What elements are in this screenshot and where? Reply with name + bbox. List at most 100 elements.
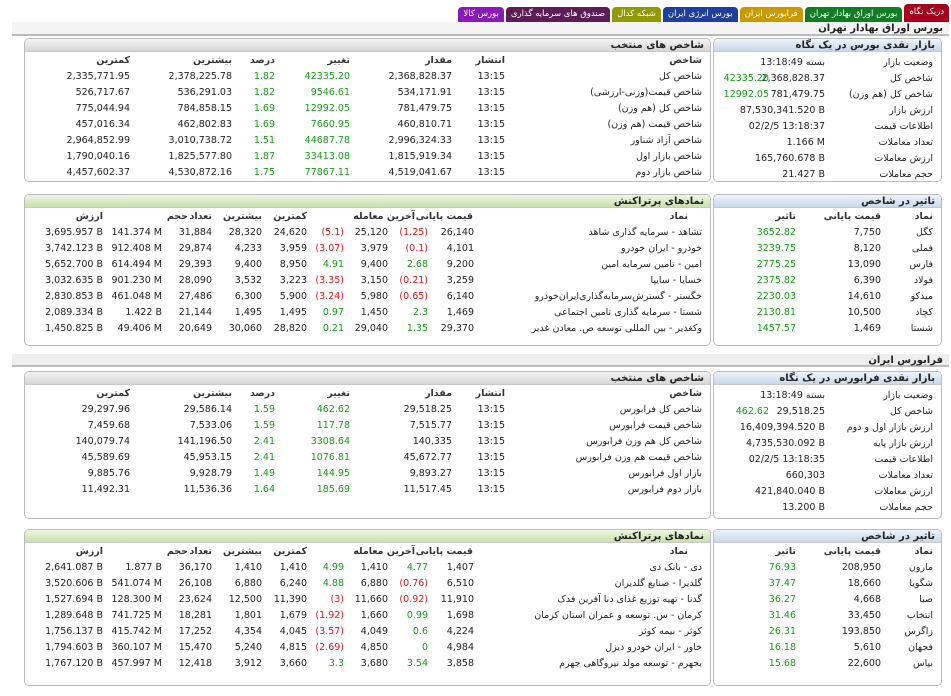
tehran-indices-row[interactable]: شاخص قیمت (هم وزن) 13:15 460,810.71 7660.95… — [25, 117, 710, 133]
overview-label: تعداد معاملات — [878, 470, 933, 481]
tehran-popular-row[interactable]: امین - تامین سرمایه امین 9,200 2.68 9,400 4.… — [25, 257, 710, 273]
popular-count: 29,393 — [178, 259, 212, 270]
indices-cell: 1,825,577.80 — [168, 151, 232, 162]
impact-cell: صبا — [919, 594, 933, 605]
ifb-impact-row[interactable]: صبا 4,668 36.27 — [714, 592, 941, 608]
ifb-impact-row[interactable]: زاگرس 193,850 26.31 — [714, 624, 941, 640]
popular-close-change: 2.68 — [406, 259, 428, 270]
tehran-indices-row[interactable]: شاخص آزاد شناور 13:15 2,996,324.33 44687.78… — [25, 133, 710, 149]
ifb-indices-row[interactable]: شاخص قیمت فرابورس 13:15 7,515.77 117.78 1.59… — [25, 418, 710, 434]
popular-last-change: 0.21 — [322, 323, 344, 334]
tehran-impact-row[interactable]: کگل 7,750 3652.82 — [714, 225, 941, 241]
popular-close-change: (1.25) — [399, 227, 428, 238]
tehran-popular-row[interactable]: تشاهد - سرمایه گذاری شاهد 26,140 (1.25) 25,… — [25, 225, 710, 241]
ifb-popular-row[interactable]: خاور - ایران خودرو دیزل 4,984 0 4,850 (2.69)… — [25, 640, 710, 656]
tab-6[interactable]: بورس کالا — [458, 7, 504, 22]
tehran-impact-row[interactable]: فارس 13,090 2775.25 — [714, 257, 941, 273]
popular-min: 1,679 — [279, 610, 307, 621]
ifb-indices-row[interactable]: بازار دوم فرابورس 13:15 11,517.45 185.69 1.6… — [25, 482, 710, 498]
tab-2[interactable]: فرابورس ایران — [739, 7, 803, 22]
ifb-impact-row[interactable]: بپاس 22,600 15.68 — [714, 656, 941, 672]
tehran-indices-row[interactable]: شاخص کل 13:15 2,368,828.37 42335.20 1.82 2,37… — [25, 69, 710, 85]
impact-cell: شستا — [910, 323, 933, 334]
tehran-impact-row[interactable]: فملی 8,120 3239.75 — [714, 241, 941, 257]
ifb-popular-row[interactable]: دی - بانک دی 1,407 4.77 1,410 4.99 1,410 1,410… — [25, 560, 710, 576]
tehran-impact-row[interactable]: میدکو 14,610 2230.03 — [714, 289, 941, 305]
tehran-popular-title: نمادهای پرتراکنش — [25, 195, 710, 208]
tehran-popular-row[interactable]: خودرو - ایران خودرو 4,101 (0.1) 3,979 (3.07)… — [25, 241, 710, 257]
indices-cell: 185.69 — [316, 484, 350, 495]
indices-cell: شاخص آزاد شناور — [630, 135, 702, 146]
tehran-impact-row[interactable]: کچاد 10,500 2130.81 — [714, 305, 941, 321]
ifb-indices-row[interactable]: شاخص قیمت هم وزن فرابورس 13:15 45,672.77 10… — [25, 450, 710, 466]
popular-max: 3,912 — [234, 658, 262, 669]
popular-header-cell: آخرین معامله — [353, 546, 415, 557]
indices-cell: 775,044.94 — [75, 103, 130, 114]
ifb-popular-panel: نمادهای پرتراکنش نماد قیمت پایانی آخرین مع… — [24, 529, 711, 686]
overview-value: 660,303 — [785, 470, 825, 481]
ifb-popular-row[interactable]: کرمان - س. توسعه و عمران استان کرمان 1,69… — [25, 608, 710, 624]
popular-symbol: امین - تامین سرمایه امین — [601, 259, 702, 270]
indices-header-cell: انتشار — [475, 55, 505, 66]
ifb-impact-row[interactable]: انتخاب 33,450 31.46 — [714, 608, 941, 624]
ifb-indices-row[interactable]: شاخص کل هم وزن فرابورس 13:15 140,335 3308.6… — [25, 434, 710, 450]
indices-cell: 7,459.68 — [87, 420, 130, 431]
tehran-popular-row[interactable]: خگستر - گسترش‌سرمایه‌گذاری‌ایران‌خودرو 6,… — [25, 289, 710, 305]
popular-count: 15,470 — [178, 642, 212, 653]
overview-label: حجم معاملات — [879, 169, 933, 180]
ifb-popular-row[interactable]: بجهرم - توسعه مولد نیروگاهی جهرم 3,858 3.5… — [25, 656, 710, 672]
popular-close-change: 2.3 — [412, 307, 428, 318]
ifb-popular-row[interactable]: گدنا - تهیه توزیع غذای دنا آفرین فدک 11,9… — [25, 592, 710, 608]
ifb-impact-row[interactable]: مارون 208,950 76.93 — [714, 560, 941, 576]
tehran-impact-row[interactable]: شستا 1,469 1457.57 — [714, 321, 941, 337]
ifb-indices-title: شاخص های منتخب — [25, 372, 710, 385]
tehran-overview-title: بازار نقدی بورس در یک نگاه — [714, 39, 941, 52]
indices-header-cell: شاخص — [669, 388, 702, 399]
impact-header-cell: قیمت پایانی — [823, 546, 881, 557]
tehran-indices-row[interactable]: شاخص کل (هم وزن) 13:15 781,479.75 12992.05 1… — [25, 101, 710, 117]
popular-header-cell: حجم — [166, 211, 188, 222]
tab-3[interactable]: بورس انرژی ایران — [662, 7, 738, 22]
tehran-indices-row[interactable]: شاخص بازار اول 13:15 1,815,919.34 33413.08 1… — [25, 149, 710, 165]
popular-header-cell: بیشترین — [222, 546, 262, 557]
ifb-popular-row[interactable]: کوثر - بیمه کوثر 4,224 0.6 4,049 (3.57) 4,045… — [25, 624, 710, 640]
ifb-popular-row[interactable]: گلدیرا - صنایع گلدیران 6,510 (0.76) 6,880 4.… — [25, 576, 710, 592]
tehran-indices-row[interactable]: شاخص قیمت(وزنی-ارزشی) 13:15 534,171.91 9546… — [25, 85, 710, 101]
popular-last: 3,150 — [360, 275, 388, 286]
popular-symbol: خاور - ایران خودرو دیزل — [605, 642, 702, 653]
tab-0[interactable]: دریک نگاه — [904, 4, 949, 22]
tab-4[interactable]: شبکه کدال — [612, 7, 661, 22]
indices-cell: 536,291.03 — [177, 87, 232, 98]
ifb-impact-row[interactable]: فجهان 5,610 16.18 — [714, 640, 941, 656]
indices-cell: 1.69 — [253, 103, 275, 114]
indices-cell: 29,518.25 — [403, 404, 452, 415]
indices-cell: 460,810.71 — [397, 119, 452, 130]
impact-cell: 37.47 — [768, 578, 796, 589]
popular-count: 23,624 — [178, 594, 212, 605]
popular-min: 11,390 — [273, 594, 307, 605]
impact-cell: 22,600 — [847, 658, 881, 669]
overview-label: شاخص کل — [889, 406, 933, 417]
indices-cell: 534,171.91 — [397, 87, 452, 98]
ifb-impact-row[interactable]: شگویا 18,660 37.47 — [714, 576, 941, 592]
tehran-impact-row[interactable]: فولاد 6,390 2375.82 — [714, 273, 941, 289]
popular-volume: 415.742 M — [111, 626, 162, 637]
tab-1[interactable]: بورس اوراق بهادار تهران — [804, 7, 903, 22]
indices-cell: شاخص کل فرابورس — [619, 404, 702, 415]
ifb-indices-row[interactable]: بازار اول فرابورس 13:15 9,893.27 144.95 1.49… — [25, 466, 710, 482]
ifb-section-bar: فرابورس ایران — [12, 354, 949, 367]
popular-symbol: بجهرم - توسعه مولد نیروگاهی جهرم — [559, 658, 702, 669]
overview-value: 1.166 M — [786, 137, 825, 148]
popular-last-change: 3.3 — [328, 658, 344, 669]
popular-last: 9,400 — [360, 259, 388, 270]
tehran-overview-row: ارزش بازار 87,530,341.520 B — [714, 103, 941, 119]
tehran-overview-row: شاخص کل (هم وزن) 781,479.75 12992.05 — [714, 87, 941, 103]
popular-volume: 741.725 M — [111, 610, 162, 621]
ifb-indices-row[interactable]: شاخص کل فرابورس 13:15 29,518.25 462.62 1.59 2… — [25, 402, 710, 418]
tehran-popular-row[interactable]: خسایا - سایپا 3,259 (0.21) 3,150 (3.35) 3,223… — [25, 273, 710, 289]
tehran-popular-row[interactable]: شستا - سرمایه گذاری تامین اجتماعی 1,469 2.… — [25, 305, 710, 321]
tehran-popular-row[interactable]: وکغدیر - بین المللی توسعه ص. معادن غدیر 2… — [25, 321, 710, 337]
tehran-indices-row[interactable]: شاخص بازار دوم 13:15 4,519,041.67 77867.11 1… — [25, 165, 710, 181]
popular-value: 1,527.694 B — [45, 594, 103, 605]
tab-5[interactable]: صندوق های سرمایه گذاری — [505, 7, 611, 22]
